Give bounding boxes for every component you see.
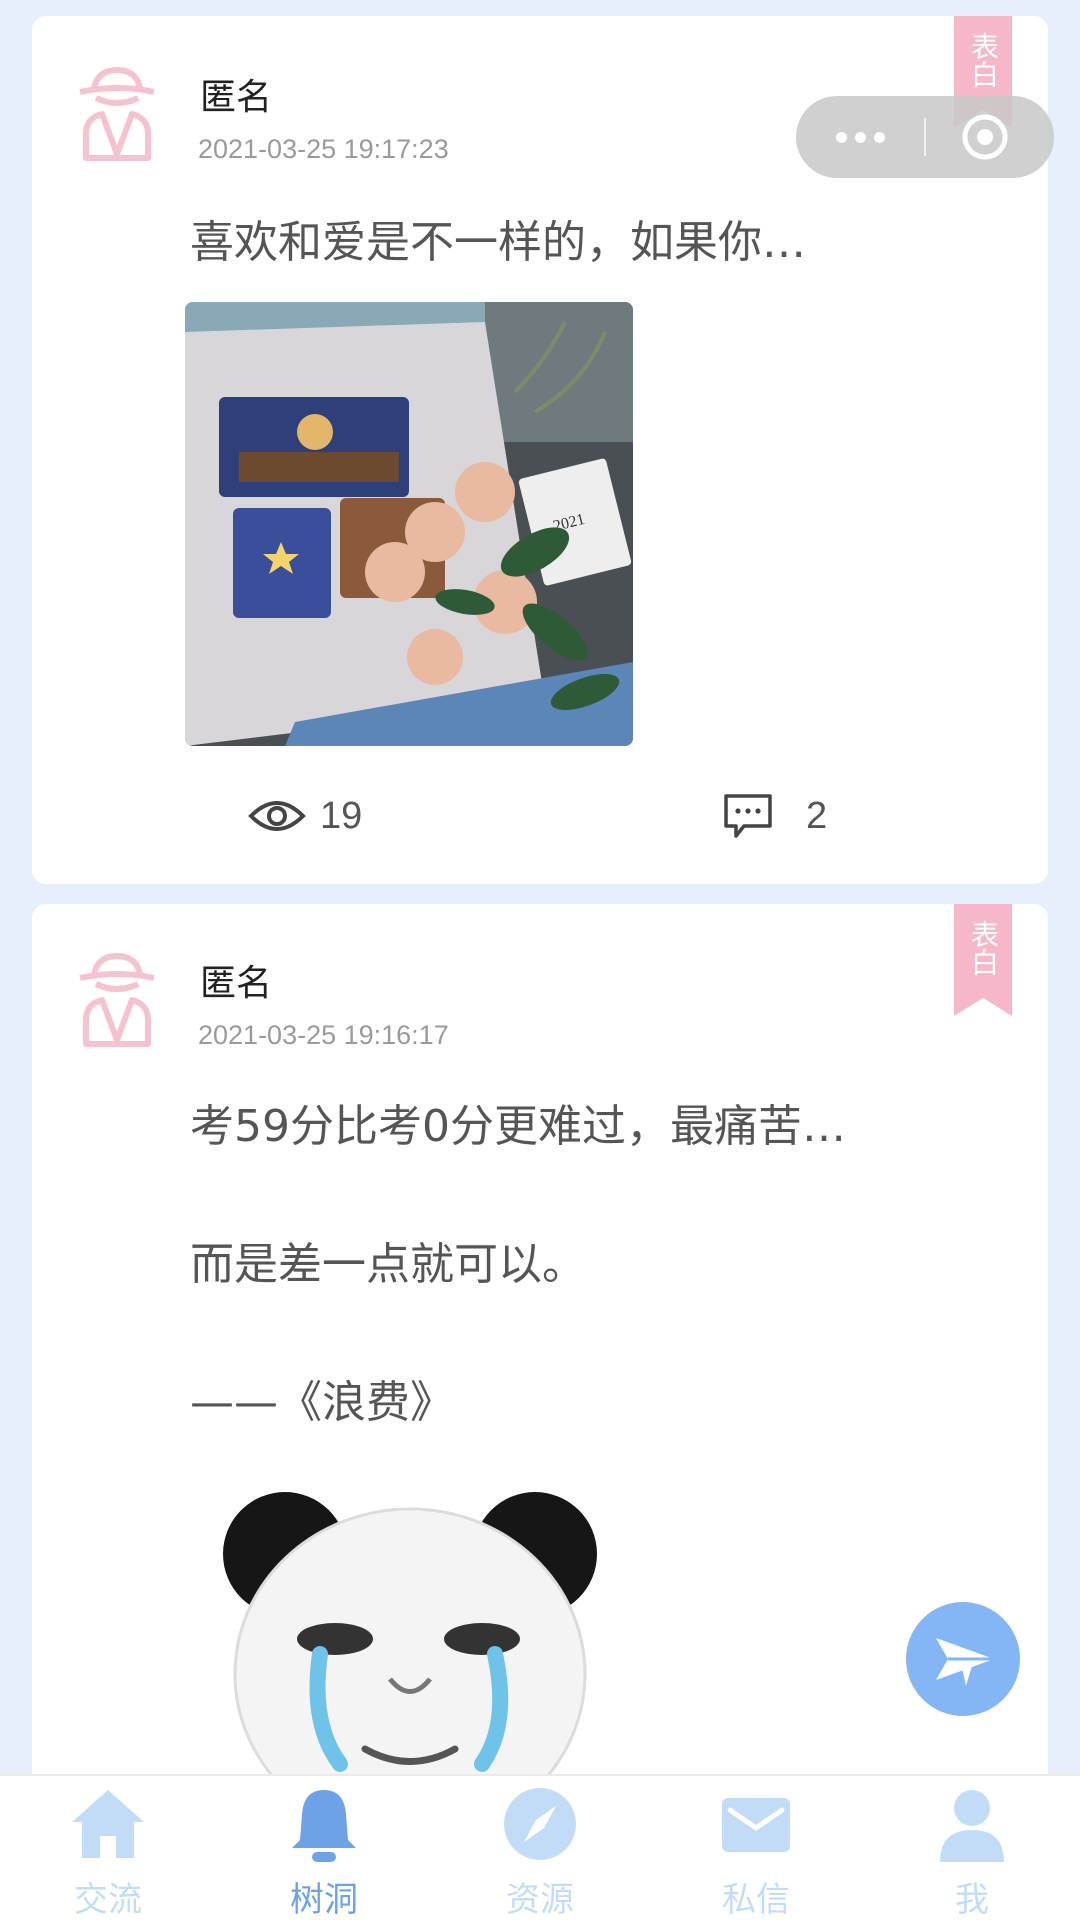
mail-icon: [722, 1798, 790, 1852]
post-text-line[interactable]: 考59分比考0分更难过，最痛苦…: [190, 1090, 846, 1154]
tag-label: 表白: [967, 920, 1000, 976]
compass-icon: [504, 1788, 576, 1860]
tab-resources[interactable]: 资源: [432, 1776, 648, 1920]
bell-icon: [292, 1790, 356, 1862]
bottom-tab-bar: 交流 树洞 资源 私信 我: [0, 1774, 1080, 1920]
tab-label: 交流: [74, 1880, 142, 1920]
post-timestamp: 2021-03-25 19:17:23: [198, 134, 449, 164]
author-name: 匿名: [200, 77, 273, 118]
eye-icon: [248, 801, 306, 831]
post-text[interactable]: 喜欢和爱是不一样的，如果你…: [190, 206, 806, 270]
comment-count[interactable]: 2: [722, 786, 827, 846]
tag-ribbon: 表白: [954, 904, 1012, 1016]
miniprogram-capsule: [796, 96, 1054, 178]
tag-label: 表白: [967, 32, 1000, 88]
post-card[interactable]: 匿名 2021-03-25 19:16:17 表白 考59分比考0分更难过，最痛…: [32, 904, 1048, 1920]
post-stats: 19 2: [32, 786, 1048, 846]
view-count-value: 19: [320, 794, 363, 837]
post-text-line[interactable]: ——《浪费》: [190, 1366, 454, 1430]
new-post-button[interactable]: [906, 1602, 1020, 1716]
tab-label: 私信: [722, 1880, 790, 1920]
anonymous-spy-icon[interactable]: [72, 948, 162, 1052]
tab-me[interactable]: 我: [864, 1776, 1080, 1920]
author-name: 匿名: [200, 963, 273, 1004]
tab-communication[interactable]: 交流: [0, 1776, 216, 1920]
comment-bubble-icon: [724, 794, 772, 838]
target-circle-icon[interactable]: [960, 112, 1010, 162]
comment-count-value: 2: [806, 794, 828, 837]
post-timestamp: 2021-03-25 19:16:17: [198, 1020, 449, 1050]
paper-plane-icon: [936, 1638, 994, 1686]
user-icon: [940, 1790, 1004, 1862]
tab-label: 资源: [506, 1880, 574, 1920]
tab-tree-hole[interactable]: 树洞: [216, 1776, 432, 1920]
tab-label: 树洞: [290, 1880, 358, 1920]
capsule-divider: [924, 118, 926, 156]
home-icon: [72, 1790, 144, 1858]
tab-messages[interactable]: 私信: [648, 1776, 864, 1920]
post-image[interactable]: 2021: [185, 302, 633, 746]
more-dots-icon[interactable]: [796, 96, 924, 178]
tab-label: 我: [955, 1880, 989, 1920]
post-text-line[interactable]: 而是差一点就可以。: [190, 1228, 586, 1292]
anonymous-spy-icon[interactable]: [72, 62, 162, 166]
view-count: 19: [248, 786, 362, 846]
